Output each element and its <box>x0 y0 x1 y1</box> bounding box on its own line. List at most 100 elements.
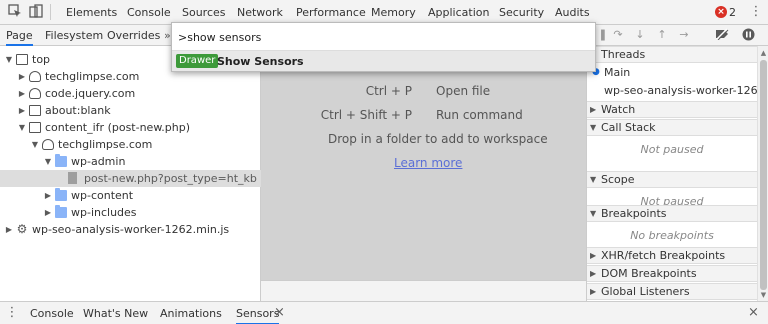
section-header-watch[interactable]: ▶ Watch <box>587 101 757 118</box>
section-header-dom-breakpoints[interactable]: ▶ DOM Breakpoints <box>587 265 757 282</box>
debugger-toolbar: ❚❚ ↷ ↓ ↑ → <box>587 25 768 46</box>
close-drawer-icon[interactable]: × <box>748 305 759 320</box>
sidebar-scrollbar[interactable]: ▲ ▼ <box>757 46 768 301</box>
section-header-global-listeners[interactable]: ▶ Global Listeners <box>587 283 757 300</box>
tab-console[interactable]: Console <box>127 6 171 19</box>
deactivate-breakpoints-icon[interactable] <box>715 28 729 42</box>
drawer-tabbar: ⋮ Console What's New Animations Sensors … <box>0 301 768 324</box>
close-sensors-tab-icon[interactable]: × <box>274 305 285 320</box>
tree-item-label: about:blank <box>45 104 111 117</box>
tab-sources[interactable]: Sources <box>182 6 226 19</box>
step-icon[interactable]: → <box>677 28 691 42</box>
tree-item[interactable]: ▶ ⚙ wp-seo-analysis-worker-1262.min.js <box>0 221 261 238</box>
tab-performance[interactable]: Performance <box>296 6 366 19</box>
tree-item[interactable]: ▼ wp-admin <box>0 153 261 170</box>
collapsed-arrow-icon[interactable]: ▶ <box>43 187 53 204</box>
drawer-tab-sensors[interactable]: Sensors <box>236 307 280 324</box>
frame-icon <box>16 54 28 65</box>
drawer-tab-whats-new[interactable]: What's New <box>83 307 148 320</box>
tree-item-label: post-new.php?post_type=ht_kb <box>84 172 257 185</box>
tab-elements[interactable]: Elements <box>66 6 117 19</box>
more-tabs-icon[interactable]: » <box>164 29 171 42</box>
tree-item-label: techglimpse.com <box>45 70 140 83</box>
drawer-tab-console[interactable]: Console <box>30 307 74 320</box>
step-into-icon[interactable]: ↓ <box>633 28 647 42</box>
drawer-menu-icon[interactable]: ⋮ <box>4 305 20 321</box>
tree-item[interactable]: post-new.php?post_type=ht_kb <box>0 170 261 187</box>
command-result-label: Show Sensors <box>217 55 304 68</box>
pause-on-exceptions-icon[interactable] <box>741 28 755 42</box>
expand-arrow-icon: ▼ <box>590 123 597 132</box>
command-palette: Drawer Show Sensors <box>171 22 596 72</box>
drop-folder-hint: Drop in a folder to add to workspace <box>328 132 548 146</box>
tree-item[interactable]: ▶ wp-includes <box>0 204 261 221</box>
collapsed-arrow-icon[interactable]: ▶ <box>43 204 53 221</box>
tab-application[interactable]: Application <box>428 6 489 19</box>
debugger-sidebar: ❚❚ ↷ ↓ ↑ → ▼Threads ● Main wp-seo-analys… <box>586 25 768 301</box>
collapse-arrow-icon: ▶ <box>590 251 597 260</box>
file-icon <box>68 172 77 184</box>
section-header-scope[interactable]: ▼ Scope <box>587 171 757 188</box>
section-title: Global Listeners <box>601 285 690 298</box>
tree-item[interactable]: ▶ wp-content <box>0 187 261 204</box>
scroll-up-icon[interactable]: ▲ <box>758 48 768 59</box>
tab-overrides[interactable]: Overrides <box>107 29 160 42</box>
tree-item-label: wp-seo-analysis-worker-1262.min.js <box>32 223 230 236</box>
tree-item-label: top <box>32 53 51 66</box>
collapsed-arrow-icon[interactable]: ▶ <box>17 68 27 85</box>
tree-item-label: wp-admin <box>71 155 126 168</box>
gear-icon: ⚙ <box>16 222 28 236</box>
drawer-tab-animations[interactable]: Animations <box>160 307 222 320</box>
step-over-icon[interactable]: ↷ <box>611 28 625 42</box>
tree-item[interactable]: ▼ techglimpse.com <box>0 136 261 153</box>
thread-main[interactable]: ● Main <box>587 64 757 81</box>
shortcut-open-file-keys: Ctrl + P <box>365 84 412 98</box>
step-out-icon[interactable]: ↑ <box>655 28 669 42</box>
expanded-arrow-icon[interactable]: ▼ <box>43 153 53 170</box>
tree-item-label: content_ifr (post-new.php) <box>45 121 191 134</box>
learn-more-link[interactable]: Learn more <box>394 156 462 170</box>
error-icon[interactable]: × <box>715 6 727 18</box>
scroll-down-icon[interactable]: ▼ <box>758 290 768 301</box>
frame-icon <box>29 105 41 116</box>
error-count[interactable]: 2 <box>729 6 736 19</box>
threads-section-header[interactable]: ▼Threads <box>587 46 757 63</box>
more-options-icon[interactable]: ⋮ <box>748 4 764 20</box>
tab-memory[interactable]: Memory <box>371 6 416 19</box>
tree-item[interactable]: ▶ code.jquery.com <box>0 85 261 102</box>
expanded-arrow-icon[interactable]: ▼ <box>4 51 14 68</box>
section-title: Scope <box>601 173 635 186</box>
section-empty-message: Not paused <box>640 143 704 156</box>
drawer-badge: Drawer <box>176 54 219 68</box>
section-header-breakpoints[interactable]: ▼ Breakpoints <box>587 205 757 222</box>
shortcut-run-command-label: Run command <box>436 108 523 122</box>
expand-arrow-icon: ▼ <box>590 209 597 218</box>
collapsed-arrow-icon[interactable]: ▶ <box>17 102 27 119</box>
expanded-arrow-icon[interactable]: ▼ <box>30 136 40 153</box>
cloud-icon <box>29 88 41 99</box>
inspect-icon[interactable] <box>7 4 23 20</box>
tab-page[interactable]: Page <box>6 29 33 46</box>
tree-item[interactable]: ▼ content_ifr (post-new.php) <box>0 119 261 136</box>
tab-filesystem[interactable]: Filesystem <box>45 29 103 42</box>
thread-worker[interactable]: wp-seo-analysis-worker-1262... <box>587 82 757 99</box>
device-toggle-icon[interactable] <box>28 4 44 20</box>
tab-security[interactable]: Security <box>499 6 544 19</box>
collapsed-arrow-icon[interactable]: ▶ <box>4 221 14 238</box>
section-header-call-stack[interactable]: ▼ Call Stack <box>587 119 757 136</box>
command-result-show-sensors[interactable]: Drawer Show Sensors <box>172 51 595 71</box>
collapse-arrow-icon: ▶ <box>590 105 597 114</box>
section-header-xhr-fetch-breakpoints[interactable]: ▶ XHR/fetch Breakpoints <box>587 247 757 264</box>
folder-icon <box>55 205 67 218</box>
tree-item-label: techglimpse.com <box>58 138 153 151</box>
toolbar-divider <box>50 4 51 20</box>
collapsed-arrow-icon[interactable]: ▶ <box>17 85 27 102</box>
tree-item[interactable]: ▶ about:blank <box>0 102 261 119</box>
tree-item-label: code.jquery.com <box>45 87 136 100</box>
expanded-arrow-icon[interactable]: ▼ <box>17 119 27 136</box>
tab-audits[interactable]: Audits <box>555 6 590 19</box>
scroll-thumb[interactable] <box>760 60 767 290</box>
tree-item-label: wp-content <box>71 189 134 202</box>
command-input[interactable] <box>176 26 591 48</box>
tab-network[interactable]: Network <box>237 6 283 19</box>
